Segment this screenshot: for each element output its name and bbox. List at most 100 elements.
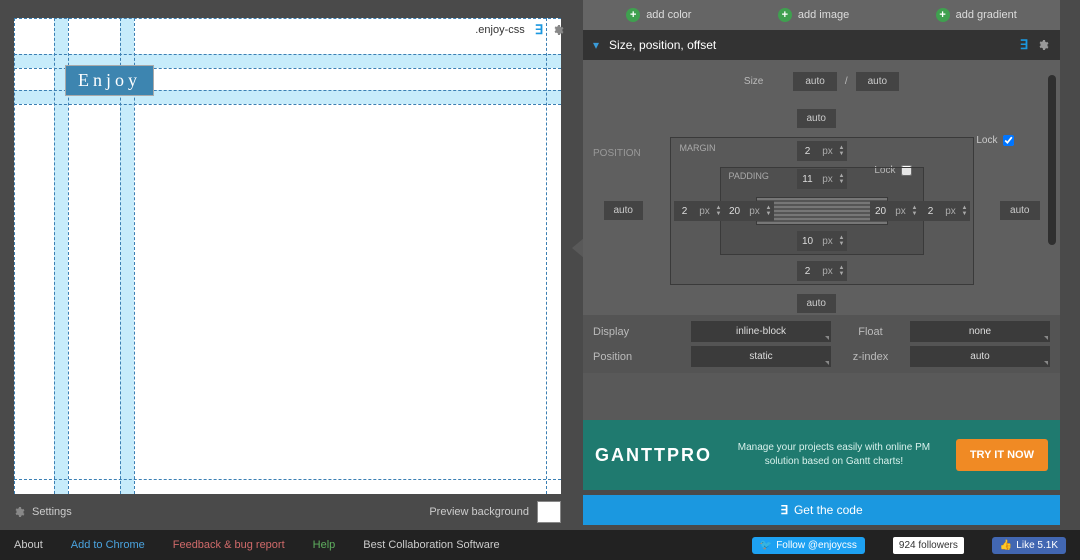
padding-bottom-stepper[interactable]: 10px▲▼ <box>797 231 847 251</box>
plus-icon: + <box>778 8 792 22</box>
box-model: auto Lock MARGIN 2px▲▼ Lock PADDING 11px… <box>602 113 1042 309</box>
twitter-count: 924 followers <box>893 537 964 554</box>
unit: px <box>819 146 837 157</box>
position-select[interactable]: static <box>691 346 831 367</box>
padding-top-stepper[interactable]: 11px▲▼ <box>797 169 847 189</box>
size-label: Size <box>744 76 763 87</box>
settings-label: Settings <box>32 506 72 518</box>
display-select[interactable]: inline-block <box>691 321 831 342</box>
add-image-label: add image <box>798 9 849 21</box>
get-code-label: Get the code <box>794 503 863 517</box>
gear-icon[interactable] <box>553 24 565 36</box>
spinner-icon[interactable]: ▲▼ <box>910 205 920 217</box>
add-gradient-button[interactable]: +add gradient <box>936 8 1017 22</box>
unit: px <box>819 174 837 185</box>
val: 2 <box>674 206 696 217</box>
fb-label: Like 5.1K <box>1016 540 1058 551</box>
pos-right-input[interactable]: auto <box>1000 201 1039 220</box>
css3-icon[interactable]: ∃ <box>1020 37 1028 53</box>
unit: px <box>819 266 837 277</box>
display-label: Display <box>593 326 685 338</box>
unit: px <box>696 206 714 217</box>
add-row: + add color + add image +add gradient <box>583 0 1060 30</box>
pos-bottom-input[interactable]: auto <box>797 294 836 313</box>
gear-icon[interactable] <box>1038 39 1050 51</box>
pos-top-input[interactable]: auto <box>797 109 836 128</box>
margin-label: MARGIN <box>680 143 716 153</box>
spinner-icon[interactable]: ▲▼ <box>837 265 847 277</box>
twitter-follow-button[interactable]: 🐦Follow @enjoycss <box>752 537 865 554</box>
val: 20 <box>870 206 892 217</box>
lock-margin[interactable]: Lock <box>976 135 1013 146</box>
fb-like-button[interactable]: 👍 Like 5.1K <box>992 537 1066 554</box>
add-color-button[interactable]: + add color <box>626 8 691 22</box>
size-sep: / <box>845 76 848 87</box>
spinner-icon[interactable]: ▲▼ <box>837 145 847 157</box>
margin-right-stepper[interactable]: 2px▲▼ <box>920 201 970 221</box>
bg-swatch[interactable] <box>537 501 561 523</box>
val: 20 <box>724 206 746 217</box>
val: 11 <box>797 174 819 185</box>
scrollbar[interactable] <box>1048 75 1056 245</box>
footer-help[interactable]: Help <box>313 539 336 551</box>
size-row: Size auto / auto <box>583 68 1060 95</box>
preview-element[interactable]: Enjoy <box>65 65 154 96</box>
spinner-icon[interactable]: ▲▼ <box>714 205 724 217</box>
accordion-header[interactable]: ▾ Size, position, offset ∃ <box>583 30 1060 60</box>
spinner-icon[interactable]: ▲▼ <box>837 173 847 185</box>
zindex-label: z-index <box>837 351 904 363</box>
footer-best[interactable]: Best Collaboration Software <box>363 539 499 551</box>
promo-logo: GANTTPRO <box>595 445 712 466</box>
val: 2 <box>797 146 819 157</box>
position-label: Position <box>593 351 685 363</box>
thumb-icon: 👍 <box>1000 540 1012 551</box>
height-input[interactable]: auto <box>856 72 899 91</box>
css3-icon[interactable]: ∃ <box>535 22 543 38</box>
promo-banner: GANTTPRO Manage your projects easily wit… <box>583 420 1060 490</box>
val: 2 <box>797 266 819 277</box>
selector-bar: .enjoy-css ∃ <box>475 22 565 38</box>
val: 2 <box>920 206 942 217</box>
padding-right-stepper[interactable]: 20px▲▼ <box>870 201 920 221</box>
plus-icon: + <box>626 8 640 22</box>
spinner-icon[interactable]: ▲▼ <box>764 205 774 217</box>
promo-text: Manage your projects easily with online … <box>726 441 942 469</box>
spinner-icon[interactable]: ▲▼ <box>837 235 847 247</box>
width-input[interactable]: auto <box>793 72 836 91</box>
padding-left-stepper[interactable]: 20px▲▼ <box>724 201 774 221</box>
preview-pane: Enjoy .enjoy-css ∃ Settings Preview back… <box>0 0 575 530</box>
pos-left-input[interactable]: auto <box>604 201 643 220</box>
lock-margin-checkbox[interactable] <box>1003 135 1014 146</box>
zindex-select[interactable]: auto <box>910 346 1050 367</box>
unit: px <box>942 206 960 217</box>
padding-label: PADDING <box>729 171 769 181</box>
lock-margin-label: Lock <box>976 135 997 146</box>
margin-left-stepper[interactable]: 2px▲▼ <box>674 201 724 221</box>
properties-panel: + add color + add image +add gradient ▾ Si… <box>583 0 1060 490</box>
add-image-button[interactable]: + add image <box>778 8 849 22</box>
margin-top-stepper[interactable]: 2px▲▼ <box>797 141 847 161</box>
accordion-title: Size, position, offset <box>609 38 716 52</box>
footer-feedback[interactable]: Feedback & bug report <box>173 539 285 551</box>
add-color-label: add color <box>646 9 691 21</box>
twitter-label: Follow @enjoycss <box>776 540 857 551</box>
promo-cta-button[interactable]: TRY IT NOW <box>956 439 1048 471</box>
plus-icon: + <box>936 8 950 22</box>
unit: px <box>819 236 837 247</box>
footer-bar: About Add to Chrome Feedback & bug repor… <box>0 530 1080 560</box>
settings-button[interactable]: Settings <box>14 506 72 518</box>
unit: px <box>746 206 764 217</box>
preview-canvas[interactable]: Enjoy <box>14 18 561 494</box>
selector-name[interactable]: .enjoy-css <box>475 24 525 36</box>
get-code-button[interactable]: ∃ Get the code <box>583 495 1060 525</box>
gear-icon <box>14 506 26 518</box>
content-box <box>756 197 888 225</box>
val: 10 <box>797 236 819 247</box>
chevron-down-icon: ▾ <box>593 38 599 52</box>
footer-about[interactable]: About <box>14 539 43 551</box>
spinner-icon[interactable]: ▲▼ <box>960 205 970 217</box>
float-select[interactable]: none <box>910 321 1050 342</box>
margin-bottom-stepper[interactable]: 2px▲▼ <box>797 261 847 281</box>
preview-bg-control[interactable]: Preview background <box>429 501 561 523</box>
footer-chrome[interactable]: Add to Chrome <box>71 539 145 551</box>
